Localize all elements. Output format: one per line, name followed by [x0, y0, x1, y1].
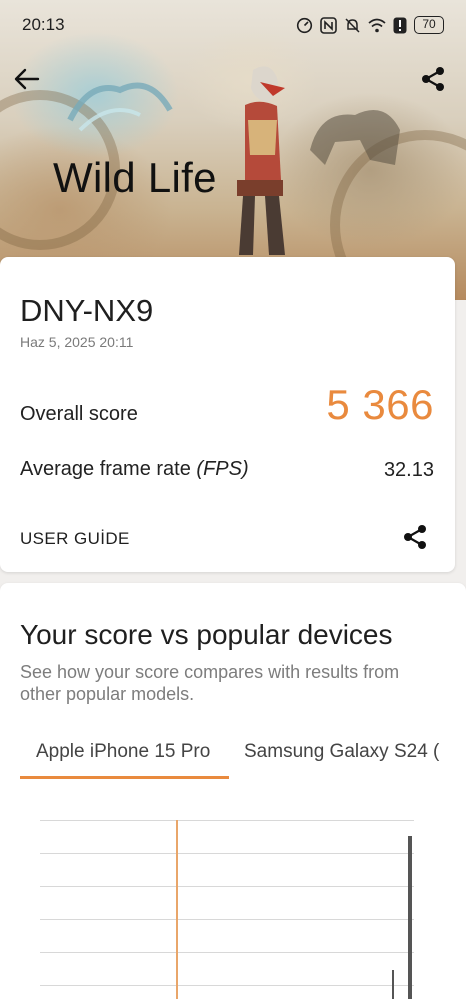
- speed-icon: [296, 17, 313, 34]
- status-bar: 20:13 70: [0, 0, 466, 50]
- grid-line: [40, 853, 414, 854]
- mute-icon: [344, 17, 361, 34]
- device-tabs: Apple iPhone 15 Pro Samsung Galaxy S24 (: [20, 733, 466, 779]
- grid-line: [40, 919, 414, 920]
- fps-value: 32.13: [383, 459, 434, 481]
- grid-line: [40, 985, 414, 986]
- overall-score-value: 5 366: [326, 381, 434, 428]
- comparison-card: Your score vs popular devices See how yo…: [0, 583, 466, 999]
- back-button[interactable]: [10, 62, 44, 96]
- comparison-description: See how your score compares with results…: [20, 662, 400, 704]
- grid-line: [40, 952, 414, 953]
- your-score-marker: [176, 820, 178, 999]
- battery-icon: 70: [414, 16, 444, 34]
- chart-bar: [392, 970, 394, 999]
- comparison-title: Your score vs popular devices: [20, 619, 393, 650]
- share-button[interactable]: [416, 62, 450, 96]
- device-name: DNY-NX9: [20, 293, 154, 328]
- user-guide-link[interactable]: USER GUİDE: [20, 529, 130, 549]
- share-result-button[interactable]: [399, 521, 431, 553]
- tab-apple-iphone-15-pro[interactable]: Apple iPhone 15 Pro: [36, 741, 210, 763]
- status-time: 20:13: [22, 15, 65, 34]
- top-nav: [0, 60, 466, 100]
- grid-line: [40, 820, 414, 821]
- fps-label-text: Average frame rate: [20, 458, 191, 480]
- status-icons: 70: [296, 16, 444, 34]
- arrow-left-icon: [14, 68, 40, 90]
- active-tab-indicator: [20, 776, 229, 779]
- nfc-icon: [320, 16, 337, 34]
- chart-bar: [408, 836, 412, 999]
- share-icon: [404, 525, 426, 549]
- comparison-chart: [40, 820, 420, 999]
- fps-label: Average frame rate (FPS): [20, 458, 249, 481]
- result-timestamp: Haz 5, 2025 20:11: [20, 334, 134, 350]
- result-card: DNY-NX9 Haz 5, 2025 20:11 Overall score …: [0, 257, 455, 572]
- wifi-icon: [368, 18, 386, 33]
- page-title: Wild Life: [53, 154, 217, 201]
- alert-icon: [393, 17, 407, 34]
- share-icon: [422, 67, 444, 91]
- tab-samsung-galaxy-s24[interactable]: Samsung Galaxy S24 (: [244, 741, 439, 763]
- fps-unit: (FPS): [196, 458, 249, 480]
- grid-line: [40, 886, 414, 887]
- overall-score-label: Overall score: [20, 403, 138, 425]
